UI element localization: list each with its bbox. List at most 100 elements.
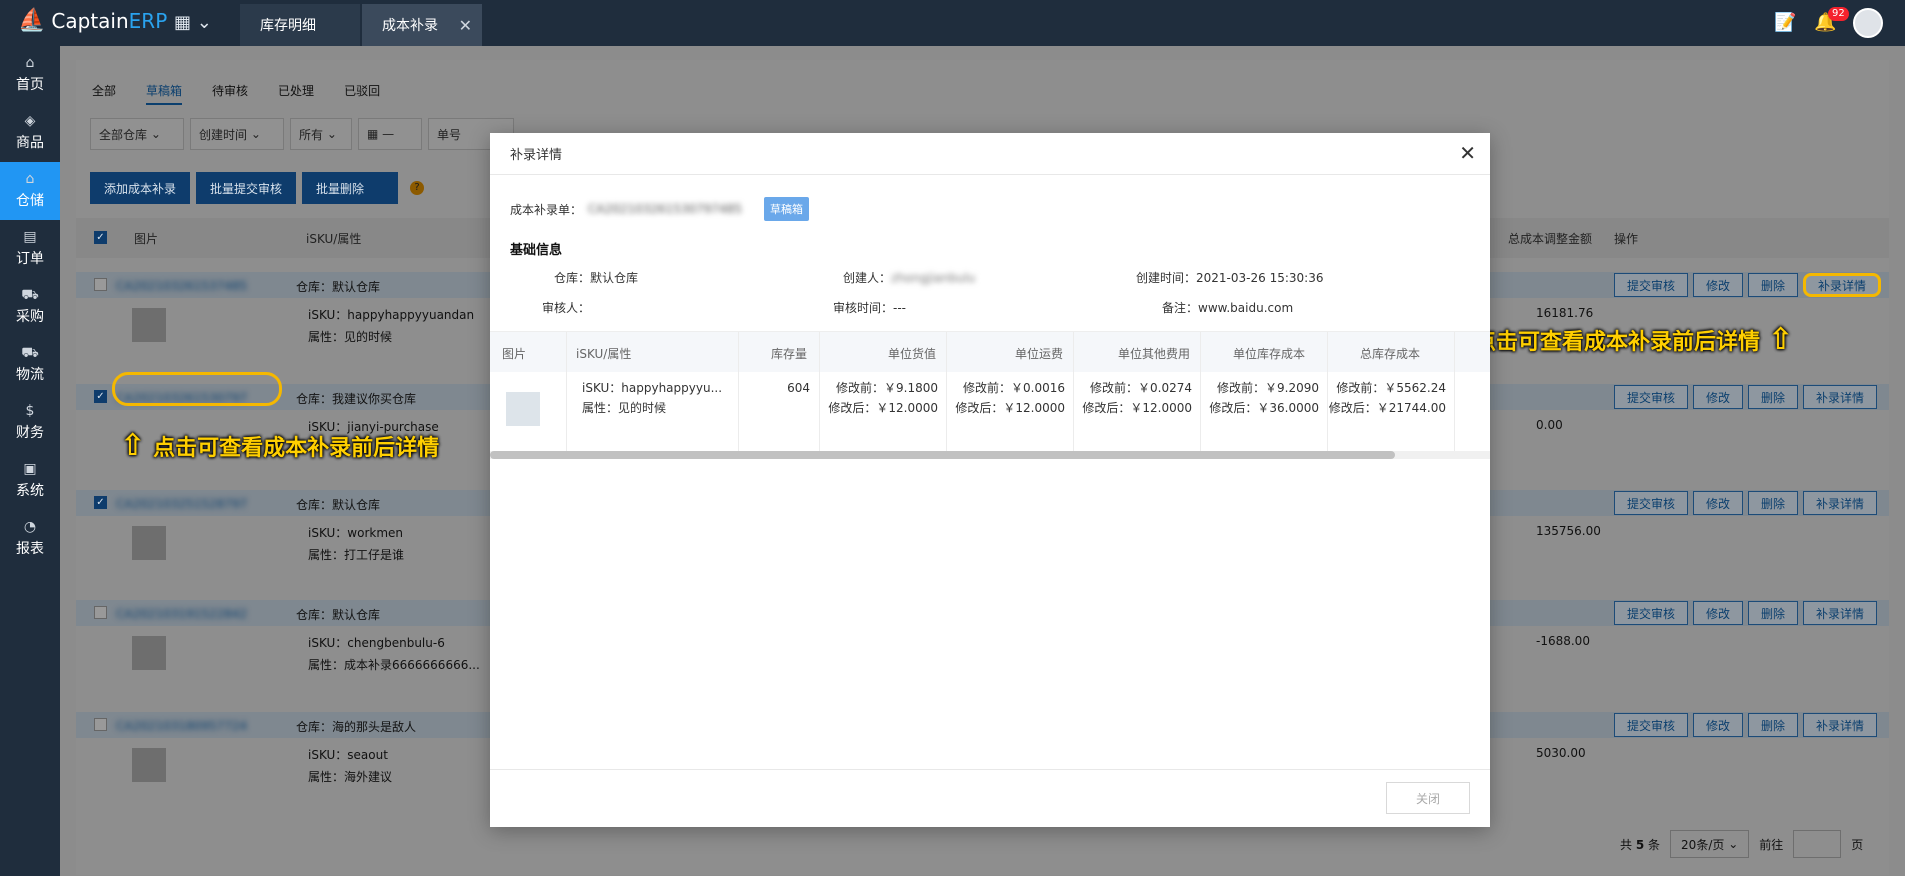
sku-info: iSKU：seaout 属性：海外建议 xyxy=(308,744,392,788)
sidebar-item-product[interactable]: ◈ 商品 xyxy=(0,104,60,162)
detail-button[interactable]: 补录详情 xyxy=(1803,713,1878,737)
submit-review-button[interactable]: 提交审核 xyxy=(1614,385,1689,409)
sidebar-item-system[interactable]: ▣ 系统 xyxy=(0,452,60,510)
order-code[interactable]: CA202103261537485 xyxy=(116,279,247,293)
close-button[interactable]: 关闭 xyxy=(1386,782,1470,814)
submit-review-button[interactable]: 提交审核 xyxy=(1614,601,1689,625)
before-value: 修改前：￥9.1800 xyxy=(836,381,938,395)
close-icon[interactable]: ✕ xyxy=(1459,141,1476,165)
warehouse-text: 仓库：默认仓库 xyxy=(296,608,381,622)
edit-button[interactable]: 修改 xyxy=(1693,601,1744,625)
order-code[interactable]: CA202103191522842 xyxy=(116,607,247,621)
delete-button[interactable]: 删除 xyxy=(1748,491,1799,515)
ship-icon: ⛵ xyxy=(18,8,46,33)
submit-review-button[interactable]: 提交审核 xyxy=(1614,713,1689,737)
goto-page-input[interactable] xyxy=(1793,830,1842,858)
edit-button[interactable]: 修改 xyxy=(1693,273,1744,297)
sidebar-item-home[interactable]: ⌂ 首页 xyxy=(0,46,60,104)
detail-button[interactable]: 补录详情 xyxy=(1803,385,1878,409)
apps-grid-icon[interactable]: ▦ ⌄ xyxy=(174,12,212,33)
task-icon[interactable]: 📝 xyxy=(1774,12,1796,33)
batch-submit-button[interactable]: 批量提交审核 xyxy=(196,172,297,204)
batch-delete-button[interactable]: 批量删除 xyxy=(302,172,399,204)
col-unit-other: 单位其他费用 xyxy=(1118,347,1191,361)
created-label: 创建时间： xyxy=(1136,271,1197,285)
delete-button[interactable]: 删除 xyxy=(1748,601,1799,625)
help-icon[interactable]: ? xyxy=(410,181,424,195)
detail-row: iSKU：happyhappyyu... 属性：见的时候 604 修改前：￥9.1… xyxy=(490,372,1490,454)
warehouse-text: 仓库：默认仓库 xyxy=(296,498,381,512)
system-icon: ▣ xyxy=(23,461,37,477)
edit-button[interactable]: 修改 xyxy=(1693,385,1744,409)
sidebar-item-warehouse[interactable]: ⌂ 仓储 xyxy=(0,162,60,220)
after-value: 修改后：￥12.0000 xyxy=(828,401,938,415)
created-value: 2021-03-26 15:30:36 xyxy=(1196,271,1324,285)
tab-inventory-detail[interactable]: 库存明细 xyxy=(240,4,360,46)
sidebar-item-label: 仓储 xyxy=(16,193,44,209)
sidebar-item-logistics[interactable]: ⛟ 物流 xyxy=(0,336,60,394)
row-checkbox[interactable] xyxy=(94,718,107,731)
sku-text: iSKU：workmen xyxy=(308,526,403,540)
scrollbar-thumb[interactable] xyxy=(490,451,1395,459)
add-cost-button[interactable]: 添加成本补录 xyxy=(90,172,191,204)
col-unit-freight: 单位运费 xyxy=(1015,347,1064,361)
sidebar-item-label: 报表 xyxy=(16,541,44,557)
tab-cost-supplement[interactable]: 成本补录 ✕ xyxy=(362,4,482,46)
sidebar-item-purchase[interactable]: ⛟ 采购 xyxy=(0,278,60,336)
filter-bar: 全部仓库 ⌄ 创建时间 ⌄ 所有 ⌄ ▦ — 单号 xyxy=(90,118,514,150)
tab-all[interactable]: 全部 xyxy=(92,82,116,105)
detail-button[interactable]: 补录详情 xyxy=(1803,491,1878,515)
edit-button[interactable]: 修改 xyxy=(1693,713,1744,737)
edit-button[interactable]: 修改 xyxy=(1693,491,1744,515)
total-number: 5 xyxy=(1635,837,1645,852)
modal-footer: 关闭 xyxy=(490,769,1490,827)
col-total-cost: 总库存成本 xyxy=(1360,347,1421,361)
sidebar-item-report[interactable]: ◔ 报表 xyxy=(0,510,60,568)
submit-review-button[interactable]: 提交审核 xyxy=(1614,491,1689,515)
order-code[interactable]: CA202103180957724 xyxy=(116,719,247,733)
detail-button[interactable]: 补录详情 xyxy=(1803,601,1878,625)
avatar[interactable] xyxy=(1853,8,1883,38)
row-checkbox[interactable]: ✓ xyxy=(94,390,107,403)
logo[interactable]: ⛵ Captain ERP xyxy=(18,8,167,33)
row-checkbox[interactable] xyxy=(94,278,107,291)
time-type-select[interactable]: 创建时间 ⌄ xyxy=(190,118,284,150)
warehouse-select[interactable]: 全部仓库 ⌄ xyxy=(90,118,184,150)
total-prefix: 共 xyxy=(1620,837,1633,852)
page-size-select[interactable]: 20条/页 ⌄ xyxy=(1670,830,1750,858)
range-select[interactable]: 所有 ⌄ xyxy=(290,118,352,150)
col-stock: 库存量 xyxy=(771,347,808,361)
tab-processed[interactable]: 已处理 xyxy=(278,82,314,105)
before-value: 修改前：￥0.0016 xyxy=(963,381,1065,395)
attr-text: 属性：见的时候 xyxy=(308,330,393,344)
reviewer-info: 审核人： xyxy=(542,301,591,315)
tab-rejected[interactable]: 已驳回 xyxy=(344,82,380,105)
detail-table-header: 图片 iSKU/属性 库存量 单位货值 单位运费 单位其他费用 单位库存成本 总… xyxy=(490,332,1490,372)
detail-button[interactable]: 补录详情 xyxy=(1803,273,1882,297)
row-checkbox[interactable]: ✓ xyxy=(94,496,107,509)
delete-button[interactable]: 删除 xyxy=(1748,713,1799,737)
delete-button[interactable]: 删除 xyxy=(1748,385,1799,409)
tab-draft[interactable]: 草稿箱 xyxy=(146,82,183,105)
close-tab-icon[interactable]: ✕ xyxy=(459,16,472,35)
date-range-input[interactable]: ▦ — xyxy=(358,118,422,150)
col-total-adjust: 总成本调整金额 xyxy=(1508,232,1593,246)
row-checkbox[interactable] xyxy=(94,606,107,619)
total-amount: 135756.00 xyxy=(1536,524,1601,538)
delete-button[interactable]: 删除 xyxy=(1748,273,1799,297)
horizontal-scrollbar[interactable] xyxy=(490,451,1490,459)
select-all-checkbox[interactable]: ✓ xyxy=(94,231,107,244)
tab-pending[interactable]: 待审核 xyxy=(212,82,248,105)
row-actions: 提交审核 修改 删除 补录详情 xyxy=(1614,491,1878,515)
select-value: 全部仓库 xyxy=(99,127,148,142)
sidebar-item-order[interactable]: ▤ 订单 xyxy=(0,220,60,278)
submit-review-button[interactable]: 提交审核 xyxy=(1614,273,1689,297)
sidebar-item-finance[interactable]: $ 财务 xyxy=(0,394,60,452)
callout-code: ⇧ 点击可查看成本补录前后详情 xyxy=(120,428,439,463)
order-code[interactable]: CA202103251528797 xyxy=(116,497,247,511)
sidebar: ⌂ 首页 ◈ 商品 ⌂ 仓储 ▤ 订单 ⛟ 采购 ⛟ 物流 $ 财务 ▣ 系统 ◔ 报表 xyxy=(0,46,60,876)
arrow-up-icon: ⇧ xyxy=(1768,322,1794,357)
sidebar-item-label: 采购 xyxy=(16,309,44,325)
creator-info: 创建人：zhongjianbulu xyxy=(843,269,975,286)
tab-label: 成本补录 xyxy=(382,18,438,34)
